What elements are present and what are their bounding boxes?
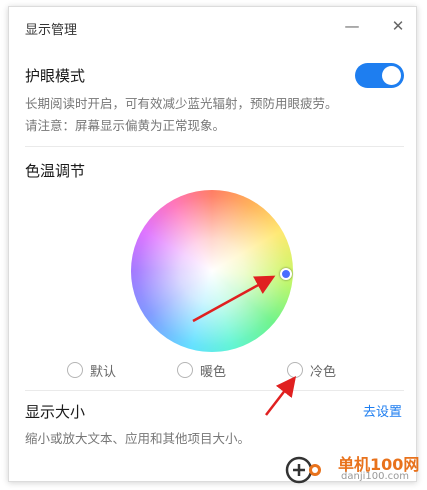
radio-warm-label: 暖色 — [200, 364, 227, 380]
eye-protection-desc-1: 长期阅读时开启，可有效减少蓝光辐射，预防用眼疲劳。 — [25, 96, 338, 111]
radio-circle-icon — [287, 362, 303, 378]
watermark-url: danji100.com — [341, 471, 409, 482]
color-picker-handle[interactable] — [280, 268, 292, 280]
eye-protection-toggle[interactable] — [355, 63, 404, 88]
eye-protection-desc-2: 请注意：屏幕显示偏黄为正常现象。 — [25, 118, 226, 133]
color-temp-title: 色温调节 — [25, 162, 86, 180]
go-settings-link[interactable]: 去设置 — [363, 401, 402, 420]
window-title: 显示管理 — [25, 23, 78, 38]
section-divider — [25, 390, 404, 391]
radio-default[interactable]: 默认 — [67, 359, 116, 381]
color-wheel-shade — [131, 190, 293, 352]
radio-warm[interactable]: 暖色 — [177, 359, 226, 381]
display-manager-window: 显示管理 — ✕ 护眼模式 长期阅读时开启，可有效减少蓝光辐射，预防用眼疲劳。 … — [8, 6, 417, 482]
title-bar: 显示管理 — ✕ — [9, 7, 416, 45]
toggle-knob — [382, 66, 401, 85]
close-icon: ✕ — [391, 17, 405, 35]
radio-default-label: 默认 — [90, 364, 117, 380]
watermark: 单机100网 danji100.com — [284, 449, 424, 487]
radio-cool[interactable]: 冷色 — [287, 359, 336, 381]
eye-protection-title: 护眼模式 — [25, 67, 86, 85]
close-button[interactable]: ✕ — [385, 14, 411, 38]
display-size-desc: 缩小或放大文本、应用和其他项目大小。 — [25, 431, 251, 446]
color-temp-wheel[interactable] — [131, 190, 293, 352]
radio-circle-icon — [67, 362, 83, 378]
watermark-logo-icon — [285, 456, 321, 484]
minimize-icon: — — [344, 17, 360, 35]
section-divider — [25, 146, 404, 147]
display-size-title: 显示大小 — [25, 403, 86, 421]
minimize-button[interactable]: — — [339, 14, 365, 38]
radio-cool-label: 冷色 — [310, 364, 337, 380]
radio-circle-icon — [177, 362, 193, 378]
